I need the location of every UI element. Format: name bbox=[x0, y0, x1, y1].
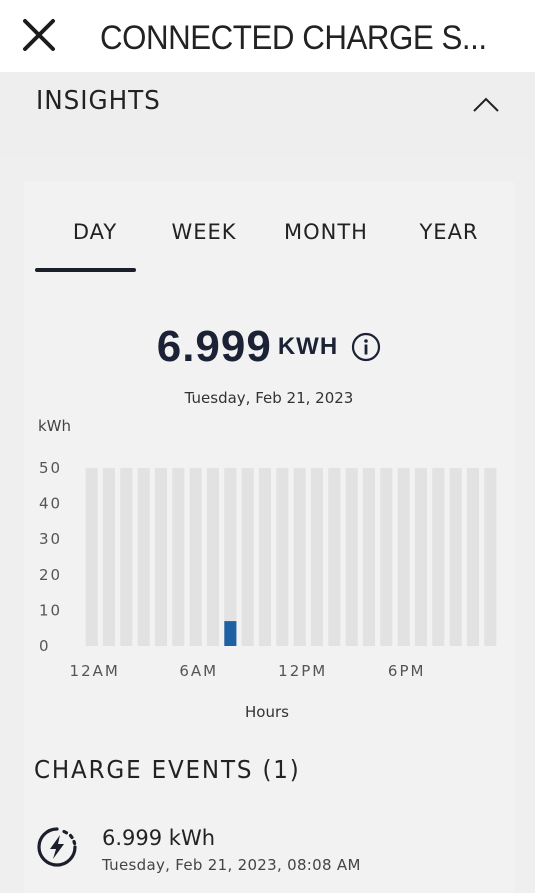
energy-total: 6.999 KWH bbox=[24, 322, 514, 372]
hour-bar-track bbox=[102, 468, 115, 646]
tab-month[interactable]: MONTH bbox=[282, 220, 370, 260]
insights-toggle[interactable]: INSIGHTS bbox=[0, 72, 535, 158]
hour-bar[interactable] bbox=[224, 621, 237, 646]
y-tick-label: 40 bbox=[39, 495, 62, 513]
hour-bar-track bbox=[397, 468, 410, 646]
y-tick-label: 10 bbox=[39, 601, 62, 619]
hour-bar-track bbox=[120, 468, 133, 646]
hour-bar-track bbox=[466, 468, 479, 646]
y-tick-label: 20 bbox=[39, 566, 62, 584]
x-axis-label: Hours bbox=[245, 703, 289, 721]
hour-bar-track bbox=[154, 468, 167, 646]
hour-bar-track bbox=[85, 468, 98, 646]
x-tick-label: 6AM bbox=[179, 662, 218, 680]
page-title: CONNECTED CHARGE S... bbox=[100, 19, 487, 57]
close-button[interactable] bbox=[20, 16, 58, 54]
x-tick-label: 12AM bbox=[70, 662, 120, 680]
hour-bar-track bbox=[241, 468, 254, 646]
tab-year[interactable]: YEAR bbox=[419, 220, 479, 260]
top-bar: CONNECTED CHARGE S... bbox=[0, 0, 535, 72]
y-tick-label: 0 bbox=[39, 637, 51, 655]
hour-bar-track bbox=[172, 468, 185, 646]
hour-bar-track bbox=[293, 468, 306, 646]
hour-bar-track bbox=[328, 468, 341, 646]
charge-event-energy: 6.999 kWh bbox=[102, 826, 216, 850]
y-tick-label: 50 bbox=[39, 459, 62, 477]
hour-bar-track bbox=[345, 468, 358, 646]
y-axis-label: kWh bbox=[38, 417, 72, 435]
tab-week[interactable]: WEEK bbox=[164, 220, 244, 260]
charge-event-item[interactable]: 6.999 kWh Tuesday, Feb 21, 2023, 08:08 A… bbox=[24, 810, 514, 880]
hour-bar-track bbox=[224, 468, 237, 646]
hour-bar-track bbox=[189, 468, 202, 646]
period-tabs: DAY WEEK MONTH YEAR bbox=[24, 182, 514, 274]
tab-day[interactable]: DAY bbox=[65, 220, 125, 260]
hour-bar-track bbox=[449, 468, 462, 646]
hour-bar-track bbox=[484, 468, 497, 646]
charge-event-timestamp: Tuesday, Feb 21, 2023, 08:08 AM bbox=[102, 856, 361, 874]
energy-total-unit: KWH bbox=[277, 333, 339, 360]
charge-events-title: CHARGE EVENTS (1) bbox=[34, 755, 301, 784]
hour-bar-track bbox=[414, 468, 427, 646]
hour-bar-track bbox=[206, 468, 219, 646]
close-icon bbox=[23, 19, 55, 51]
energy-total-value: 6.999 bbox=[156, 322, 272, 371]
hour-bar-track bbox=[258, 468, 271, 646]
selected-tab-indicator bbox=[35, 268, 136, 272]
hour-bar-track bbox=[362, 468, 375, 646]
hourly-energy-chart: 50 40 30 20 10 0 12AM 6AM 12PM 6PM bbox=[39, 459, 497, 680]
chevron-up-icon bbox=[473, 97, 499, 112]
x-tick-label: 6PM bbox=[388, 662, 426, 680]
x-tick-label: 12PM bbox=[278, 662, 327, 680]
insights-card: DAY WEEK MONTH YEAR 6.999 KWH Tuesday, Fe… bbox=[24, 182, 514, 893]
info-icon[interactable] bbox=[351, 332, 381, 362]
hour-bar-track bbox=[432, 468, 445, 646]
hour-bar-track bbox=[380, 468, 393, 646]
selected-date: Tuesday, Feb 21, 2023 bbox=[184, 389, 354, 407]
hour-bar-track bbox=[137, 468, 150, 646]
insights-label: INSIGHTS bbox=[36, 86, 161, 116]
hour-bar-track bbox=[276, 468, 289, 646]
charge-bolt-icon bbox=[37, 827, 77, 867]
hour-bar-track bbox=[310, 468, 323, 646]
y-tick-label: 30 bbox=[39, 530, 62, 548]
